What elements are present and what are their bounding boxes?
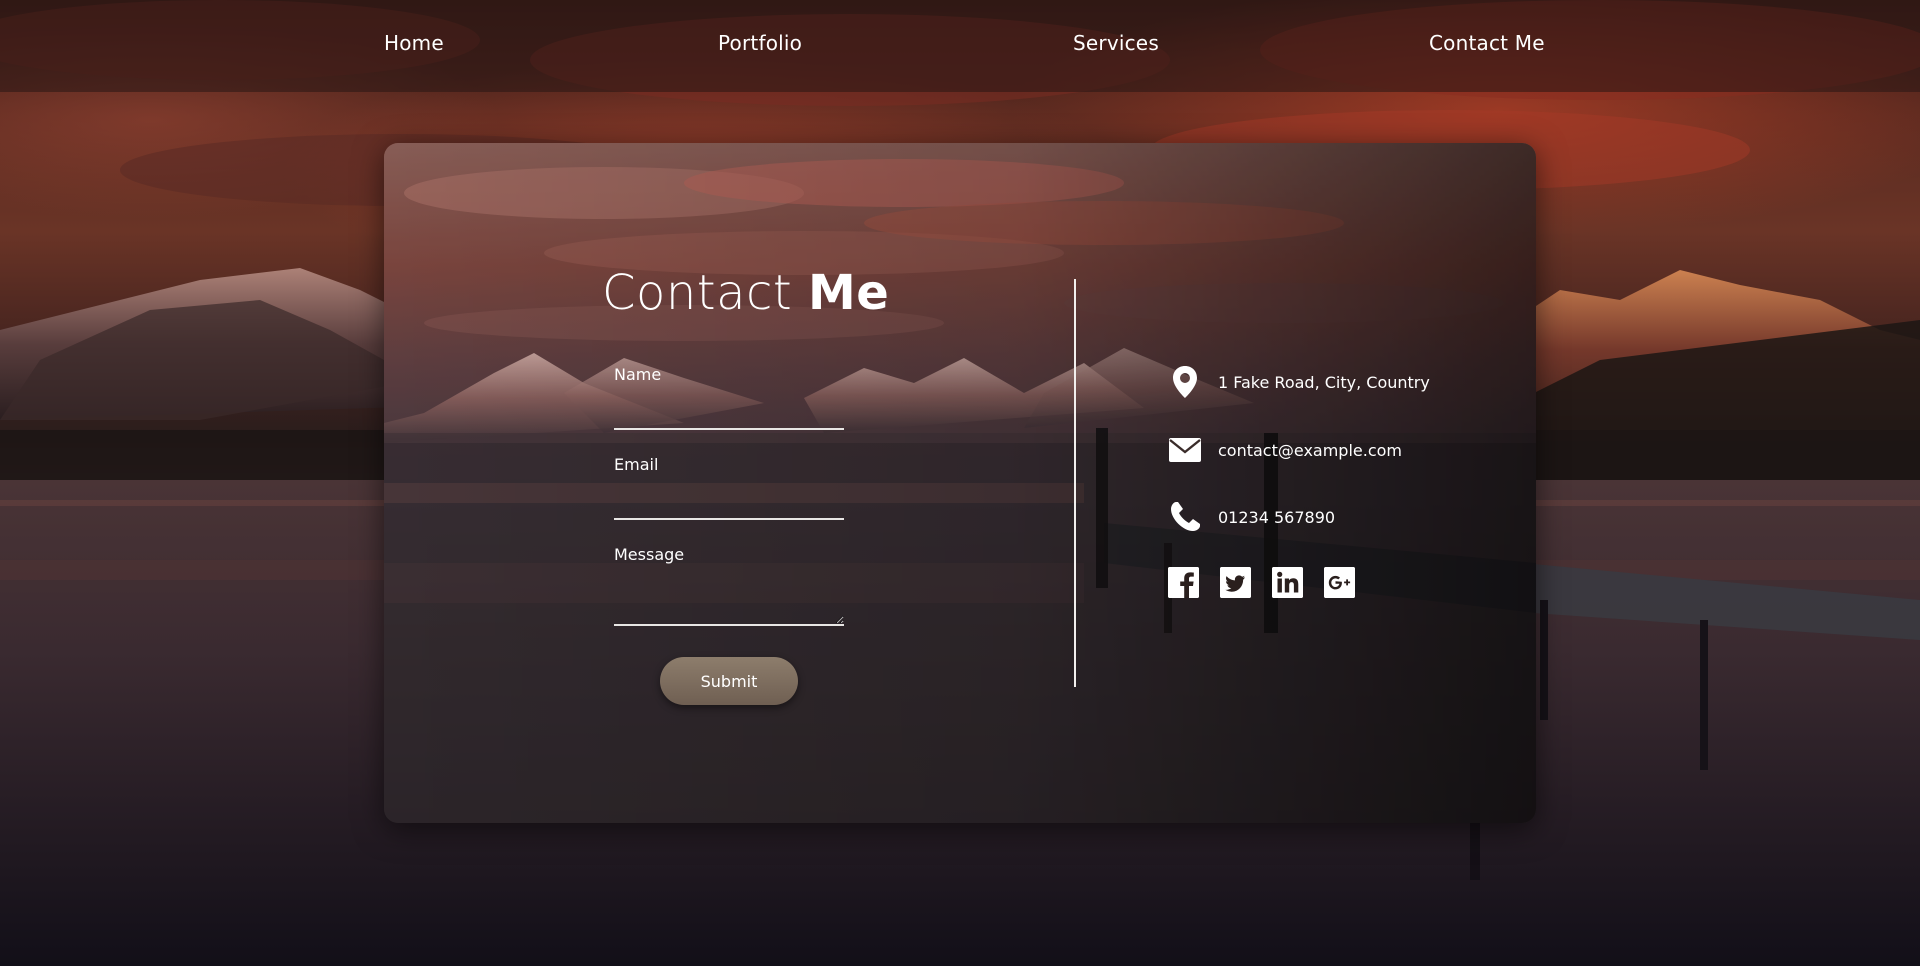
heading-bold-text: Me [808, 265, 890, 321]
address-text: 1 Fake Road, City, Country [1218, 372, 1430, 392]
page: Home Portfolio Services Contact Me Conta… [0, 0, 1920, 966]
google-plus-icon[interactable] [1324, 567, 1355, 598]
card-content: Contact Me Name Email Message Submit 1 F… [384, 143, 1536, 823]
message-label: Message [614, 545, 685, 564]
nav-services-link[interactable]: Services [1073, 31, 1159, 55]
social-links [1168, 567, 1355, 598]
address-row: 1 Fake Road, City, Country [1168, 364, 1430, 400]
vertical-divider [1074, 279, 1076, 687]
nav-portfolio-link[interactable]: Portfolio [718, 31, 802, 55]
name-field-group: Name [614, 365, 844, 430]
email-field-group: Email [614, 455, 844, 520]
message-field-group: Message [614, 545, 844, 626]
map-marker-icon [1168, 365, 1202, 399]
top-nav: Home Portfolio Services Contact Me [0, 0, 1920, 92]
email-row: contact@example.com [1168, 432, 1402, 468]
name-input[interactable] [614, 392, 844, 430]
envelope-icon [1168, 433, 1202, 467]
submit-button[interactable]: Submit [660, 657, 798, 705]
email-text[interactable]: contact@example.com [1218, 441, 1402, 460]
contact-card: Contact Me Name Email Message Submit 1 F… [384, 143, 1536, 823]
nav-home-link[interactable]: Home [384, 31, 444, 55]
phone-icon [1168, 500, 1202, 534]
phone-row: 01234 567890 [1168, 499, 1335, 535]
twitter-icon[interactable] [1220, 567, 1251, 598]
email-label: Email [614, 455, 659, 474]
contact-heading: Contact Me [602, 265, 889, 321]
message-textarea[interactable] [614, 568, 844, 626]
nav-contact-link[interactable]: Contact Me [1429, 31, 1545, 55]
heading-light-text: Contact [602, 265, 793, 321]
name-label: Name [614, 365, 662, 384]
email-input[interactable] [614, 482, 844, 520]
phone-text: 01234 567890 [1218, 507, 1336, 527]
linkedin-icon[interactable] [1272, 567, 1303, 598]
facebook-icon[interactable] [1168, 567, 1199, 598]
